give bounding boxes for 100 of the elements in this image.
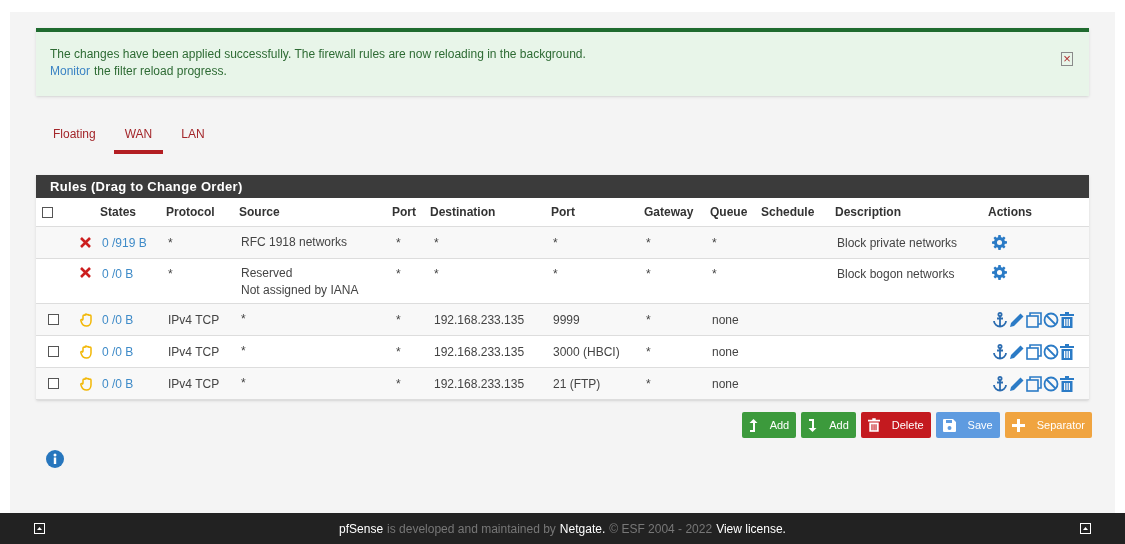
hand-icon (80, 376, 93, 391)
column-header: Destination (429, 204, 497, 221)
anchor-icon[interactable] (992, 375, 1008, 392)
save-button[interactable]: Save (935, 412, 1000, 438)
company-name: Netgate. (559, 520, 606, 538)
cross-icon (80, 267, 91, 278)
hand-icon (80, 344, 93, 359)
table-cell-text: * (645, 311, 652, 329)
table-cell-text: Reserved (241, 265, 294, 282)
hand-icon (80, 312, 93, 327)
separator-button[interactable]: Separator (1004, 412, 1092, 438)
tab[interactable]: Floating (42, 118, 107, 154)
monitor-link[interactable]: Monitor (50, 63, 90, 80)
column-header: Description (834, 204, 902, 221)
table-cell-text: * (645, 234, 652, 252)
table-cell-text: * (395, 311, 402, 329)
table-cell-text: * (395, 266, 402, 283)
table-cell-text: * (645, 375, 652, 393)
tab[interactable]: WAN (113, 118, 164, 154)
copy-icon[interactable] (1026, 375, 1042, 392)
gear-icon[interactable] (992, 265, 1007, 280)
scroll-up-icon[interactable] (1080, 523, 1091, 534)
column-header: States (99, 204, 138, 221)
column-header: Queue (709, 204, 749, 221)
column-header: Protocol (165, 204, 216, 221)
table-cell-text: Not assigned by IANA (241, 282, 360, 299)
table-cell-text: 192.168.233.135 (433, 311, 526, 329)
table-cell-text: 21 (FTP) (552, 375, 602, 393)
table-cell-text: IPv4 TCP (167, 343, 221, 361)
table-cell-text: * (395, 234, 402, 252)
table-cell-text: * (395, 343, 402, 361)
license-link[interactable]: View license. (716, 519, 786, 538)
table-cell-text: IPv4 TCP (167, 311, 221, 329)
table-cell-text: Block bogon networks (836, 266, 956, 283)
arrow-down-icon (808, 418, 818, 432)
states-link[interactable]: 0 /919 B (98, 233, 164, 252)
save-icon (942, 418, 956, 432)
plus-icon (1011, 418, 1025, 432)
checkbox[interactable] (48, 378, 59, 389)
brand-name: pfSense (339, 520, 384, 538)
table-cell-text: * (241, 311, 247, 328)
tab[interactable]: LAN (170, 118, 216, 154)
pencil-icon[interactable] (1009, 343, 1025, 360)
table-cell-text: * (395, 375, 402, 393)
states-link[interactable]: 0 /0 B (98, 265, 164, 283)
table-cell-text: 3000 (HBCI) (552, 343, 621, 361)
trash-icon[interactable] (1060, 375, 1074, 392)
table-cell-text: * (167, 266, 174, 283)
states-link[interactable]: 0 /0 B (98, 310, 164, 329)
delete-button[interactable]: Delete (860, 412, 931, 438)
column-header: Port (391, 204, 417, 221)
table-cell-text: none (711, 343, 740, 361)
column-header: Schedule (760, 204, 816, 221)
close-button[interactable]: × (1061, 52, 1073, 66)
pencil-icon[interactable] (1009, 375, 1025, 392)
copyright-text: © ESF 2004 - 2022 (609, 520, 713, 538)
checkbox[interactable] (48, 346, 59, 357)
copy-icon[interactable] (1026, 343, 1042, 360)
table-cell-text: * (645, 343, 652, 361)
table-cell-text: * (552, 266, 559, 283)
add-button[interactable]: Add (741, 412, 797, 438)
column-header: Port (550, 204, 576, 221)
column-header: Actions (987, 204, 1033, 221)
column-header: Source (238, 204, 281, 221)
add-button[interactable]: Add (801, 412, 856, 438)
table-cell-text: Block private networks (836, 234, 959, 252)
trash-icon[interactable] (1060, 311, 1074, 328)
cross-icon (80, 237, 91, 248)
table-cell-text: * (552, 234, 559, 252)
table-cell-text: 192.168.233.135 (433, 343, 526, 361)
table-cell-text: * (167, 234, 174, 252)
trash-icon[interactable] (1060, 343, 1074, 360)
anchor-icon[interactable] (992, 343, 1008, 360)
states-link[interactable]: 0 /0 B (98, 342, 164, 361)
table-cell-text: * (433, 234, 440, 252)
alert-message: the filter reload progress. (94, 63, 227, 80)
disable-icon[interactable] (1043, 343, 1059, 360)
gear-icon[interactable] (992, 235, 1007, 250)
disable-icon[interactable] (1043, 311, 1059, 328)
states-link[interactable]: 0 /0 B (98, 374, 164, 393)
anchor-icon[interactable] (992, 311, 1008, 328)
checkbox[interactable] (42, 206, 53, 218)
pencil-icon[interactable] (1009, 311, 1025, 328)
panel-title: Rules (Drag to Change Order) (36, 175, 1089, 198)
table-cell-text: IPv4 TCP (167, 375, 221, 393)
checkbox[interactable] (48, 314, 59, 325)
table-cell-text: * (711, 234, 718, 252)
arrow-up-icon (748, 418, 758, 432)
copy-icon[interactable] (1026, 311, 1042, 328)
table-cell-text: * (645, 266, 652, 283)
disable-icon[interactable] (1043, 375, 1059, 392)
trash-icon (867, 418, 880, 432)
table-cell-text: * (241, 375, 247, 392)
table-cell-text: none (711, 311, 740, 329)
info-icon[interactable] (46, 450, 64, 468)
scroll-up-icon[interactable] (34, 523, 45, 534)
alert-message: The changes have been applied successfully. The firewall rules are now reloading in the background. (50, 46, 586, 63)
table-cell-text: * (241, 343, 247, 360)
table-cell-text: * (433, 266, 440, 283)
table-cell-text: RFC 1918 networks (241, 234, 349, 251)
